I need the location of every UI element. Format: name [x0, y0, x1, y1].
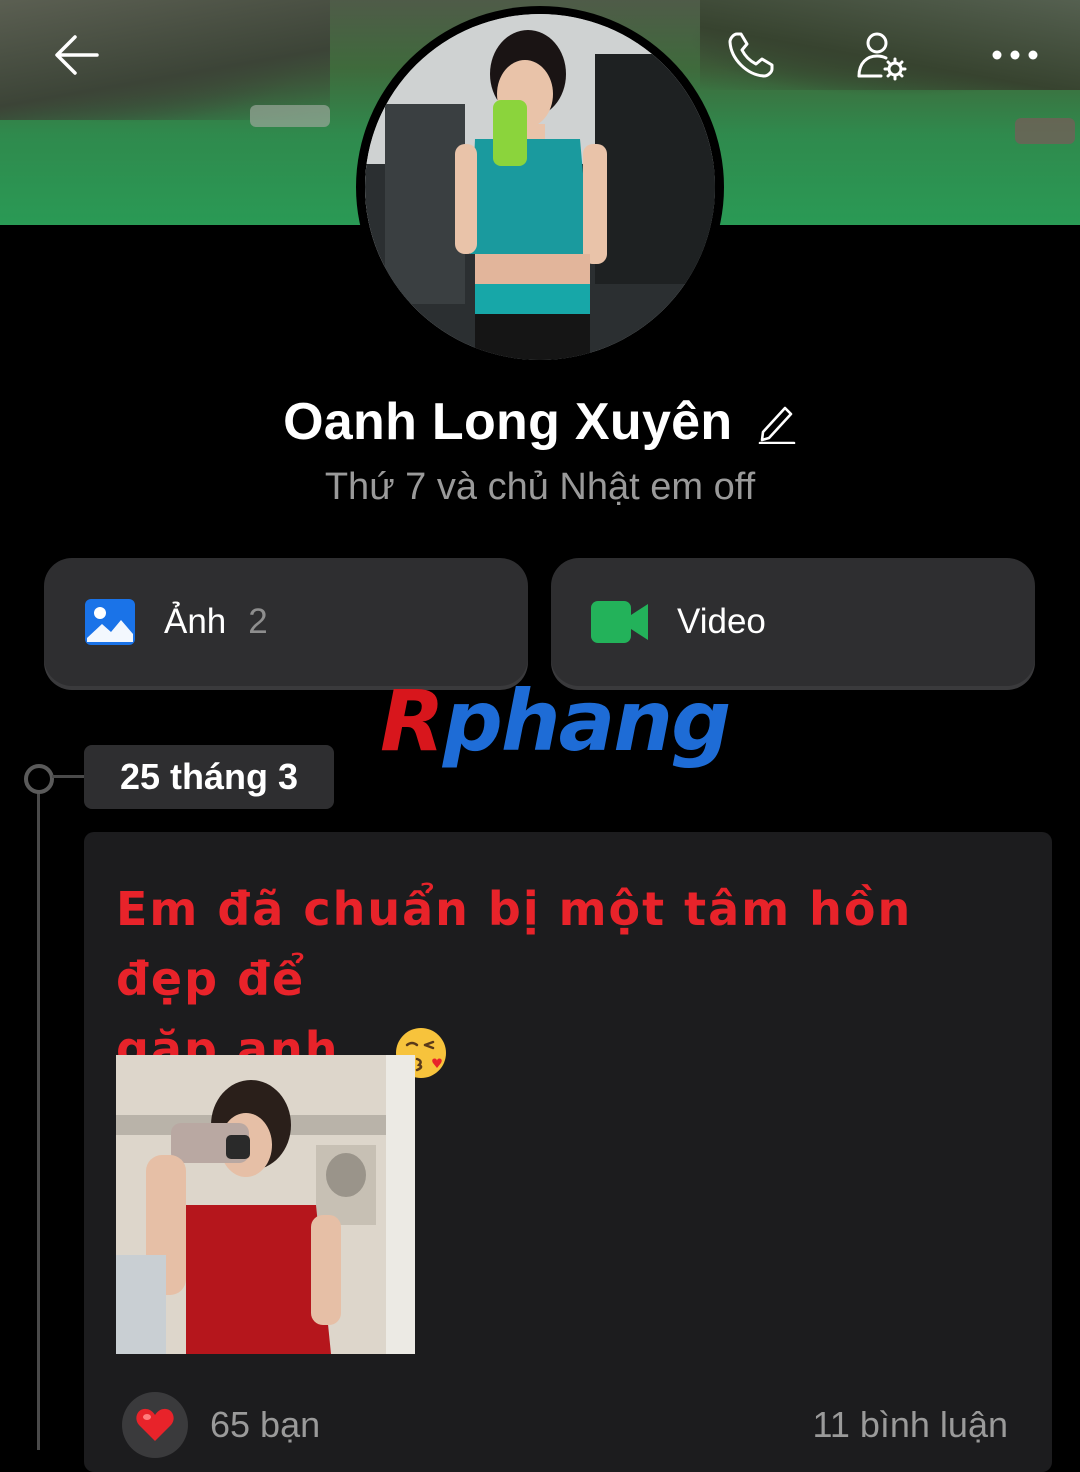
- call-button[interactable]: [724, 28, 778, 82]
- heart-icon: [136, 1408, 174, 1441]
- watermark-logo: Rphang: [380, 672, 731, 770]
- avatar-image: [365, 14, 715, 360]
- phone-icon: [728, 32, 774, 78]
- reaction-button[interactable]: [122, 1392, 188, 1458]
- profile-status: Thứ 7 và chủ Nhật em off: [324, 466, 756, 508]
- reaction-count[interactable]: 65 bạn: [210, 1404, 320, 1446]
- post-image: [116, 1055, 415, 1354]
- timeline-date: 25 tháng 3: [84, 745, 334, 809]
- timeline-connector: [52, 775, 84, 778]
- timeline-line: [37, 790, 40, 1450]
- profile-settings-button[interactable]: [854, 28, 908, 82]
- video-camera-icon: [591, 601, 648, 643]
- profile-name: Oanh Long Xuyên: [283, 393, 733, 451]
- comment-count[interactable]: 11 bình luận: [812, 1404, 1008, 1446]
- cover-boat: [1015, 118, 1075, 144]
- arrow-left-icon: [55, 35, 99, 75]
- post-text: Em đã chuẩn bị một tâm hồn đẹp để gặp an…: [116, 874, 1016, 1084]
- photos-count: 2: [248, 602, 268, 641]
- more-dots-icon: [992, 50, 1038, 60]
- photos-label: Ảnh: [164, 602, 227, 641]
- timeline-dot: [24, 764, 54, 794]
- user-settings-icon: [857, 32, 907, 81]
- avatar[interactable]: [356, 6, 724, 368]
- back-button[interactable]: [50, 28, 104, 82]
- image-icon: [85, 599, 135, 645]
- cover-boat: [250, 105, 330, 127]
- post-photo[interactable]: [116, 1055, 415, 1354]
- post-text-line1: Em đã chuẩn bị một tâm hồn đẹp để: [116, 882, 913, 1006]
- video-label: Video: [677, 602, 766, 641]
- profile-name-row: Oanh Long Xuyên: [0, 392, 1080, 454]
- more-button[interactable]: [988, 28, 1042, 82]
- photos-button[interactable]: Ảnh 2: [44, 558, 528, 686]
- avatar-photo: [365, 14, 715, 360]
- video-button[interactable]: Video: [551, 558, 1035, 686]
- pencil-icon[interactable]: [757, 400, 797, 444]
